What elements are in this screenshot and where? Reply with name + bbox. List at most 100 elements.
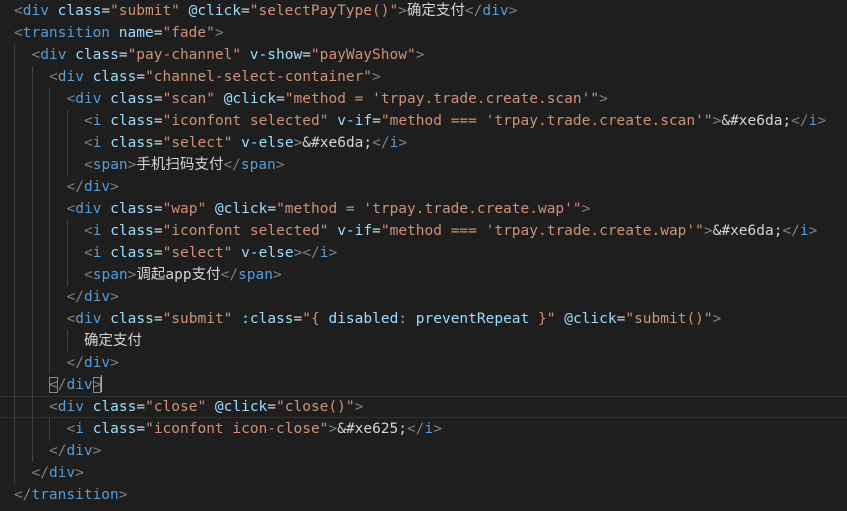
punctuation-token: < (66, 201, 76, 217)
code-line[interactable]: <transition name="fade"> (0, 22, 847, 44)
tag-name-token: div (57, 399, 84, 415)
punctuation-token: </ (782, 223, 800, 239)
operator-token: = (153, 245, 163, 261)
punctuation-token: </ (407, 421, 425, 437)
tag-name-token: div (482, 3, 509, 19)
attribute-token: class (92, 399, 137, 415)
code-line[interactable]: </div> (0, 374, 847, 396)
indent-guide (31, 242, 33, 264)
indent-guide (31, 396, 33, 418)
tag-name-token: i (75, 421, 84, 437)
matched-bracket: < (49, 377, 58, 393)
attribute-token: class (110, 223, 154, 239)
indent-guide (14, 352, 15, 374)
code-line[interactable]: <div class="close" @click="close()"> (0, 396, 847, 418)
code-content: <i class="select" v-else></i> (84, 242, 337, 264)
punctuation-token: > (354, 399, 364, 415)
indent-guide (31, 264, 33, 286)
punctuation-token: </ (31, 465, 49, 481)
code-line[interactable]: <div class="submit" :class="{ disabled: … (0, 308, 847, 330)
code-line[interactable]: <i class="select" v-else>&#xe6da;</i> (0, 132, 847, 154)
code-line[interactable]: <div class="submit" @click="selectPayTyp… (0, 0, 847, 22)
indent-guide (14, 66, 15, 88)
code-line[interactable]: <span>调起app支付</span> (0, 264, 847, 286)
operator-token: = (118, 47, 128, 63)
attribute-token: class (110, 311, 154, 327)
code-line[interactable]: <i class="iconfont icon-close">&#xe625;<… (0, 418, 847, 440)
punctuation-token: > (433, 421, 442, 437)
text-token: 调起app支付 (136, 267, 221, 283)
code-line[interactable]: </div> (0, 440, 847, 462)
operator-token: = (136, 421, 146, 437)
operator-token: = (153, 201, 163, 217)
punctuation-token: > (808, 223, 818, 239)
matched-bracket: > (92, 377, 102, 393)
code-line[interactable]: <div class="pay-channel" v-show="payWayS… (0, 44, 847, 66)
indent-guide (14, 374, 15, 396)
attribute-token: @click (214, 201, 268, 217)
code-line[interactable]: 确定支付 (0, 330, 847, 352)
operator-token: = (153, 311, 163, 327)
punctuation-token: ></ (293, 245, 320, 261)
tag-name-token: span (92, 157, 128, 173)
code-line[interactable]: <i class="iconfont selected" v-if="metho… (0, 220, 847, 242)
code-content: <i class="iconfont selected" v-if="metho… (84, 220, 817, 242)
tag-name-token: i (424, 421, 434, 437)
code-line[interactable]: <i class="select" v-else></i> (0, 242, 847, 264)
punctuation-token: </ (464, 3, 483, 19)
operator-token: = (302, 47, 311, 63)
code-editor[interactable]: <div class="submit" @click="selectPayTyp… (0, 0, 847, 511)
attribute-token: v-if (337, 223, 373, 239)
attribute-token: @click (564, 311, 617, 327)
operator-token: = (241, 3, 250, 19)
text-token: &#xe625; (337, 421, 407, 437)
punctuation-token: < (49, 399, 58, 415)
string-token: "method === 'trpay.trade.create.wap'" (380, 223, 704, 239)
indent-guide (49, 132, 50, 154)
code-line[interactable]: <i class="iconfont selected" v-if="metho… (0, 110, 847, 132)
code-content: <transition name="fade"> (14, 22, 224, 44)
indent-guide (31, 198, 33, 220)
attribute-token: :class (241, 311, 294, 327)
string-token: "method === 'trpay.trade.create.scan'" (380, 113, 713, 129)
code-line[interactable]: </div> (0, 462, 847, 484)
attribute-token: class (92, 421, 137, 437)
operator-token: = (267, 399, 277, 415)
code-line[interactable]: </div> (0, 176, 847, 198)
punctuation-token: > (272, 267, 282, 283)
punctuation-token: </ (791, 113, 809, 129)
code-line[interactable]: <div class="wap" @click="method = 'trpay… (0, 198, 847, 220)
punctuation-token: < (66, 421, 76, 437)
punctuation-token: </ (66, 355, 84, 371)
code-line[interactable]: </div> (0, 352, 847, 374)
code-line[interactable]: </div> (0, 286, 847, 308)
code-line[interactable]: <div class="scan" @click="method = 'trpa… (0, 88, 847, 110)
string-token: "{ (302, 311, 329, 327)
indent-guide (66, 330, 68, 352)
indent-guide (31, 132, 33, 154)
code-line[interactable]: </transition> (0, 484, 847, 506)
code-content: <i class="select" v-else>&#xe6da;</i> (84, 132, 407, 154)
code-line[interactable]: <div class="channel-select-container"> (0, 66, 847, 88)
code-content: <div class="scan" @click="method = 'trpa… (67, 88, 608, 110)
code-line[interactable]: <span>手机扫码支付</span> (0, 154, 847, 176)
string-token: "select" (162, 135, 233, 151)
attribute-token: disabled (328, 311, 399, 327)
code-content: </div> (67, 352, 119, 374)
punctuation-token: > (293, 135, 303, 151)
tag-name-token: transition (22, 25, 111, 41)
punctuation-token: < (49, 69, 58, 85)
attribute-token: class (92, 69, 137, 85)
indent-guide (49, 418, 50, 440)
